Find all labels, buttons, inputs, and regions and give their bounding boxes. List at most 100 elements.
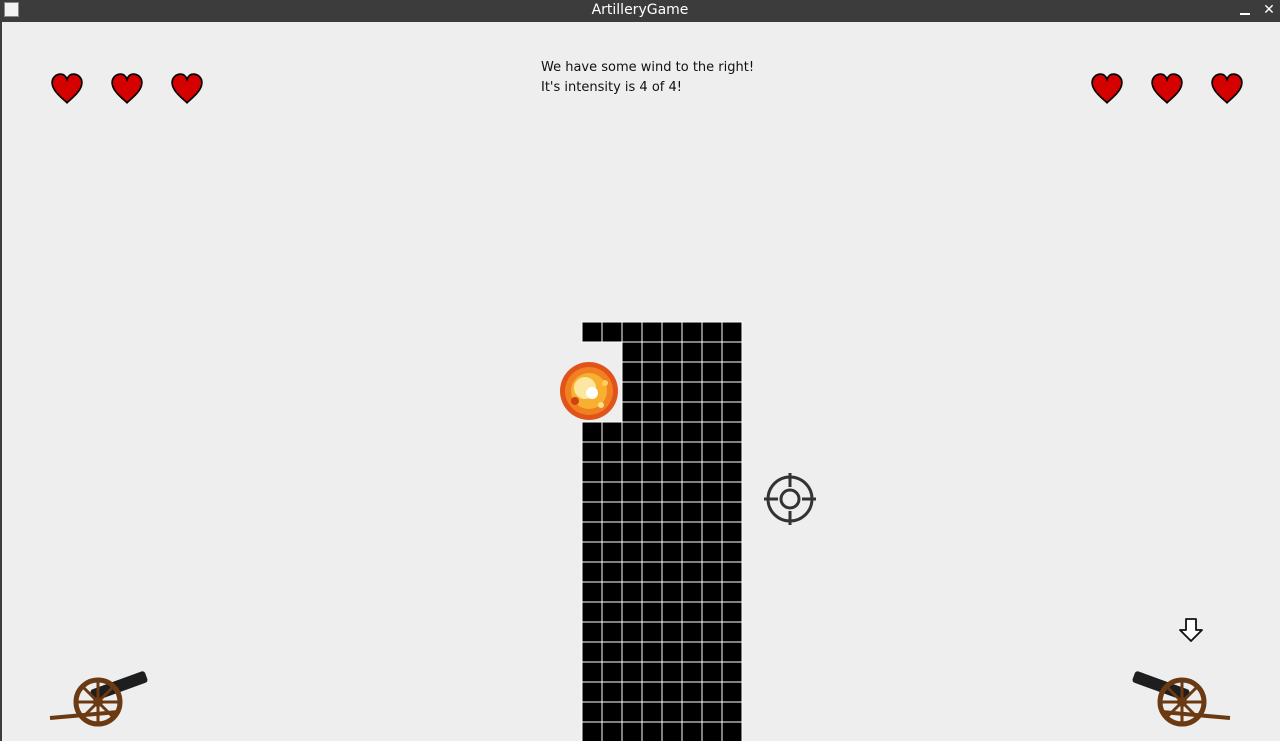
wall-block [581, 461, 603, 483]
wall-block [721, 361, 743, 383]
wall-block [581, 701, 603, 723]
wall-block [641, 441, 663, 463]
wall-block [721, 601, 743, 623]
close-button[interactable]: ✕ [1260, 2, 1278, 18]
wall-block [721, 341, 743, 363]
wall-block [721, 381, 743, 403]
wall-block [681, 501, 703, 523]
wall-block [681, 421, 703, 443]
wall-block [661, 321, 683, 343]
wall-block [601, 461, 623, 483]
wall-block [621, 541, 643, 563]
wall-block [701, 661, 723, 683]
wall-block [641, 361, 663, 383]
wall-block [661, 521, 683, 543]
wall-block [701, 601, 723, 623]
wall-block [661, 541, 683, 563]
wall-block [641, 501, 663, 523]
wall-block [681, 361, 703, 383]
wall-block [621, 601, 643, 623]
wall-block [701, 361, 723, 383]
wall-block [621, 681, 643, 703]
wall-block [701, 321, 723, 343]
wall-block [621, 441, 643, 463]
wall-block [641, 581, 663, 603]
wall-block [621, 401, 643, 423]
wall-block [701, 681, 723, 703]
wall-block [601, 601, 623, 623]
wall-block [621, 621, 643, 643]
wall-block [681, 401, 703, 423]
wall-block [581, 541, 603, 563]
wall-block [681, 381, 703, 403]
wall-block [621, 381, 643, 403]
wall-block [661, 601, 683, 623]
wall-block [701, 621, 723, 643]
wall-block [601, 721, 623, 741]
wall-block [581, 421, 603, 443]
wall-block [681, 681, 703, 703]
wall-block [661, 561, 683, 583]
game-canvas[interactable]: We have some wind to the right! It's int… [2, 22, 1280, 741]
wall-block [661, 381, 683, 403]
wall-block [701, 461, 723, 483]
right-cannon[interactable] [1132, 670, 1231, 727]
wall-block [621, 561, 643, 583]
wall-block [721, 621, 743, 643]
wall-block [621, 521, 643, 543]
wall-block [721, 501, 743, 523]
wall-block [701, 701, 723, 723]
wall-block [601, 621, 623, 643]
wall-block [681, 521, 703, 543]
wall-block [601, 661, 623, 683]
wall-block [701, 341, 723, 363]
wall-block [661, 481, 683, 503]
wall-block [661, 581, 683, 603]
wall-block [621, 321, 643, 343]
wall-block [681, 601, 703, 623]
wall-block [581, 321, 603, 343]
battlefield [49, 321, 1231, 741]
minimize-icon [1240, 13, 1250, 15]
wall-block [681, 581, 703, 603]
wall-block [661, 641, 683, 663]
wall-block [641, 721, 663, 741]
wall-block [641, 381, 663, 403]
wall-block [701, 381, 723, 403]
wall-block [681, 621, 703, 643]
wall-block [721, 321, 743, 343]
wall-block [661, 721, 683, 741]
wall-block [661, 461, 683, 483]
left-cannon[interactable] [49, 670, 148, 727]
wall-block [681, 461, 703, 483]
wall-block [601, 641, 623, 663]
wall-block [601, 441, 623, 463]
minimize-button[interactable] [1236, 2, 1254, 18]
wall-block [721, 421, 743, 443]
wall-block [721, 561, 743, 583]
wall-block [721, 701, 743, 723]
wall-block [721, 641, 743, 663]
wall-block [681, 701, 703, 723]
wall-block [681, 641, 703, 663]
wall-block [621, 701, 643, 723]
wall-block [641, 641, 663, 663]
wall-block [601, 321, 623, 343]
wall-block [601, 681, 623, 703]
wall-block [701, 421, 723, 443]
wall-block [721, 661, 743, 683]
crosshair-icon[interactable] [764, 473, 816, 525]
wall-block [581, 641, 603, 663]
wall-block [621, 361, 643, 383]
wall-block [681, 721, 703, 741]
wall-block [701, 521, 723, 543]
wall-block [661, 421, 683, 443]
wall-block [601, 481, 623, 503]
wall-block [681, 441, 703, 463]
wall-block [661, 501, 683, 523]
wall-block [641, 461, 663, 483]
wall-block [601, 541, 623, 563]
wall-block [681, 481, 703, 503]
wall-block [621, 721, 643, 741]
window-title: ArtilleryGame [591, 2, 689, 18]
